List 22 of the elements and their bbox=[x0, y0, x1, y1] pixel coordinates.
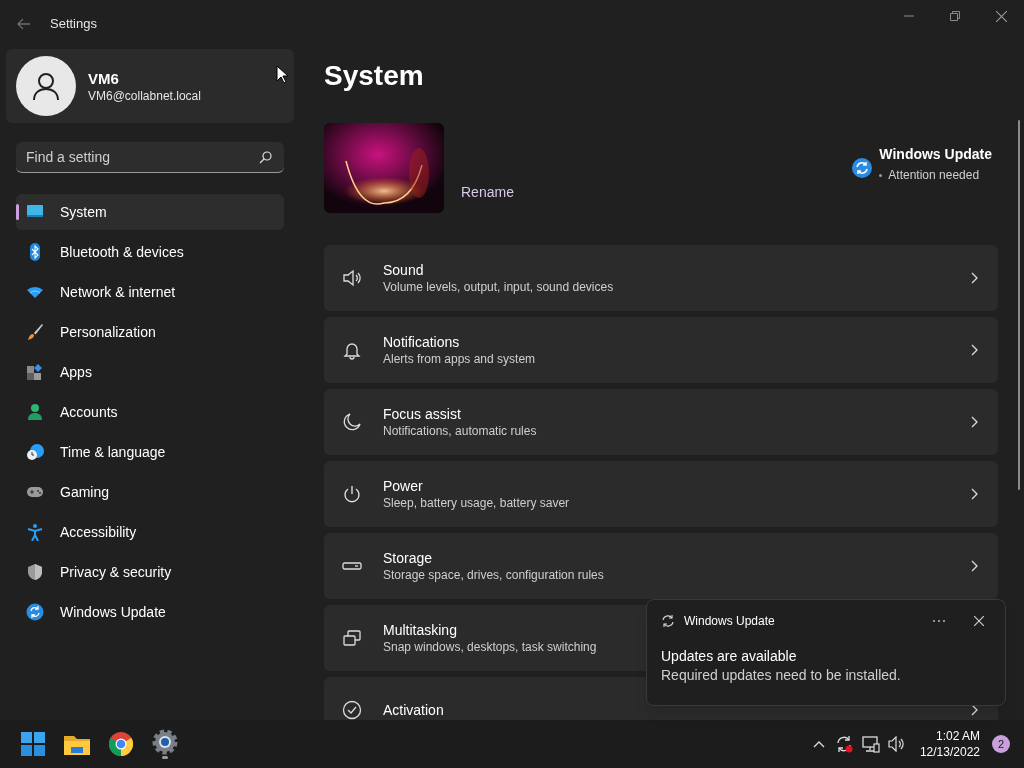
clock-time: 1:02 AM bbox=[935, 728, 980, 744]
account-email: VM6@collabnet.local bbox=[88, 87, 201, 104]
card-title: Notifications bbox=[383, 333, 460, 351]
clock-date: 12/13/2022 bbox=[919, 744, 980, 760]
card-description: Volume levels, output, input, sound devices bbox=[383, 279, 614, 295]
page-title: System bbox=[324, 60, 425, 92]
card-description: Sleep, battery usage, battery saver bbox=[383, 495, 570, 511]
card-title: Focus assist bbox=[383, 405, 461, 423]
card-description: Storage space, drives, configuration rules bbox=[383, 567, 604, 583]
card-description: Alerts from apps and system bbox=[383, 351, 536, 367]
card-title: Storage bbox=[383, 549, 433, 567]
toast-app-name: Windows Update bbox=[684, 613, 775, 630]
update-status: Attention needed bbox=[888, 167, 980, 184]
window-title: Settings bbox=[50, 15, 97, 34]
card-title: Multitasking bbox=[383, 621, 457, 639]
card-title: Sound bbox=[383, 261, 424, 279]
card-description: Notifications, automatic rules bbox=[383, 423, 537, 439]
card-title: Power bbox=[383, 477, 423, 495]
card-title: Activation bbox=[383, 701, 444, 719]
card-description: Snap windows, desktops, task switching bbox=[383, 639, 597, 655]
account-name: VM6 bbox=[88, 68, 120, 88]
toast-title: Updates are available bbox=[661, 647, 798, 665]
